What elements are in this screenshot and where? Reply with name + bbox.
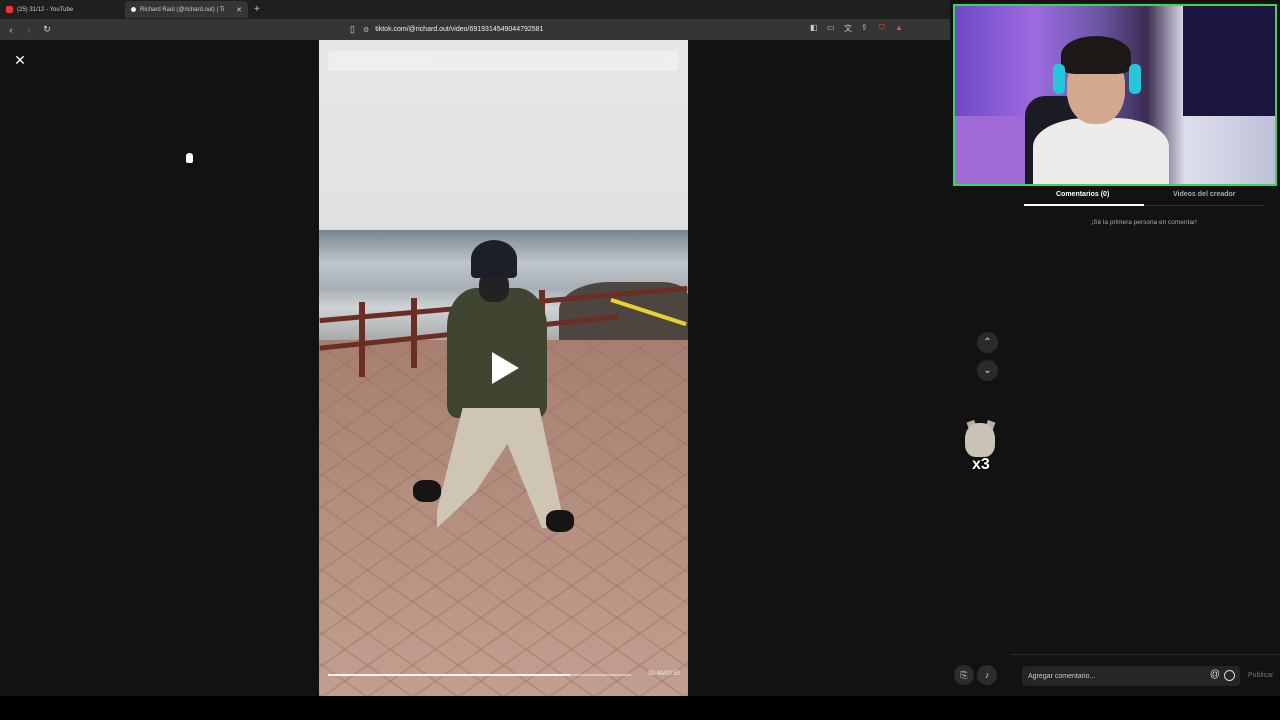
comment-composer: Agregar comentario... @ Publicar: [1010, 654, 1280, 696]
translate-icon[interactable]: 文: [844, 23, 852, 34]
video-scene: [546, 510, 574, 532]
video-scene: [411, 298, 417, 368]
no-comments-message: ¡Sé la primera persona en comentar!: [1091, 219, 1197, 226]
report-icon[interactable]: ⎘: [954, 665, 974, 685]
sticker-label: x3: [972, 456, 990, 473]
webcam-scene: [1033, 118, 1169, 184]
browser-toolbar: ‹ › ↻ ▯ ⚙ tiktok.com/@richard.out/video/…: [0, 19, 950, 40]
youtube-icon: [6, 6, 13, 13]
bookmark-icon[interactable]: ▯: [350, 24, 355, 35]
tab-label: (25) 31/12 - YouTube: [17, 6, 74, 13]
related-search-input[interactable]: Buscar contenido relacionado: [328, 51, 678, 71]
url-text[interactable]: tiktok.com/@richard.out/video/6919314549…: [375, 26, 543, 33]
next-video-button[interactable]: ⌄: [977, 360, 998, 381]
webcam-scene: [1183, 6, 1275, 116]
emoji-icon[interactable]: [1224, 670, 1235, 681]
bottom-bar: [0, 696, 1280, 720]
mention-icon[interactable]: @: [1210, 669, 1220, 680]
video-time: 00:40/00:50: [648, 671, 680, 677]
webcam-scene: [1129, 64, 1141, 94]
extension-icon[interactable]: ◧: [810, 23, 818, 32]
comments-tabs: Comentarios (0) Videos del creador: [1024, 190, 1264, 206]
publish-button[interactable]: Publicar: [1248, 672, 1273, 679]
tab-youtube[interactable]: (25) 31/12 - YouTube: [0, 1, 123, 18]
video-scene: [471, 240, 517, 278]
back-icon[interactable]: ‹: [4, 25, 18, 35]
cat-icon: [965, 423, 995, 457]
tab-creator-videos[interactable]: Videos del creador: [1173, 191, 1236, 198]
search-icon[interactable]: [662, 56, 671, 65]
forward-icon[interactable]: ›: [22, 25, 36, 35]
streamer-webcam: [953, 4, 1277, 186]
close-icon[interactable]: ✕: [11, 51, 29, 69]
volume-icon[interactable]: ♪: [977, 665, 997, 685]
comment-placeholder: Agregar comentario...: [1028, 672, 1096, 680]
address-bar[interactable]: ▯ ⚙ tiktok.com/@richard.out/video/691931…: [350, 21, 910, 38]
comment-input[interactable]: Agregar comentario... @: [1022, 666, 1240, 686]
video-player[interactable]: Buscar contenido relacionado 00:40/00:50: [319, 40, 688, 696]
brave-shield-icon[interactable]: ⛉: [879, 23, 885, 33]
search-placeholder: Buscar contenido relacionado: [335, 57, 428, 65]
new-tab-button[interactable]: +: [254, 4, 260, 15]
active-tab-indicator: [1024, 204, 1144, 206]
mouse-cursor: [186, 153, 193, 163]
video-progress-bar[interactable]: [328, 674, 631, 676]
tab-label: Richard Raúl (@richard.out) | Ti: [140, 6, 225, 13]
play-icon[interactable]: [492, 352, 519, 384]
webcam-scene: [1061, 36, 1131, 74]
site-info-icon[interactable]: ⚙: [363, 26, 369, 34]
close-tab-icon[interactable]: ✕: [236, 6, 242, 14]
reload-icon[interactable]: ↻: [40, 24, 54, 35]
tiktok-icon: [131, 7, 136, 12]
tab-tiktok[interactable]: Richard Raúl (@richard.out) | Ti ✕: [125, 1, 248, 18]
rewards-icon[interactable]: ▲: [895, 23, 903, 32]
video-scene: [359, 302, 365, 377]
cast-icon[interactable]: ▭: [827, 23, 835, 32]
share-icon[interactable]: ⇪: [861, 23, 868, 32]
cat-sticker: x3: [960, 419, 1000, 483]
webcam-scene: [1053, 64, 1065, 94]
tab-comments[interactable]: Comentarios (0): [1056, 191, 1109, 198]
video-progress-fill: [328, 674, 571, 676]
browser-tab-bar: (25) 31/12 - YouTube Richard Raúl (@rich…: [0, 0, 950, 19]
previous-video-button[interactable]: ⌃: [977, 332, 998, 353]
video-scene: [413, 480, 441, 502]
